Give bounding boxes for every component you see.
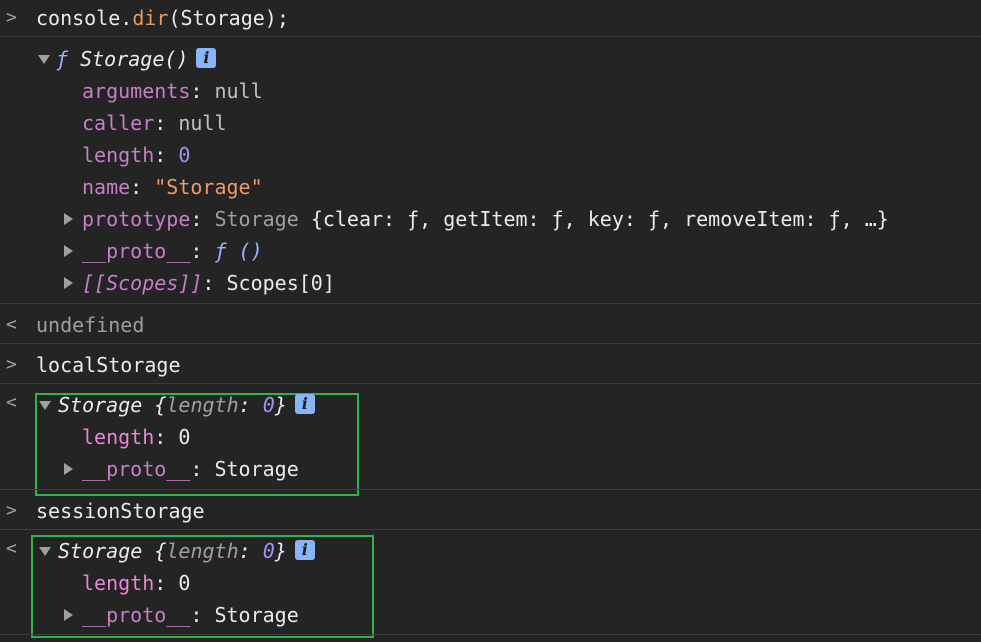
property-key: length: [82, 571, 155, 595]
property-row: length: 0: [82, 421, 190, 453]
property-key: prototype: [82, 207, 191, 231]
property-row: arguments: null: [82, 75, 263, 107]
console-input-line[interactable]: sessionStorage: [36, 495, 205, 527]
info-icon[interactable]: i: [294, 539, 315, 560]
preview-separator: :: [238, 539, 263, 563]
property-value: null: [214, 79, 263, 103]
property-row-proto[interactable]: __proto__: Storage: [82, 453, 299, 485]
property-row: length: 0: [82, 567, 190, 599]
property-key: __proto__: [82, 457, 191, 481]
info-icon[interactable]: i: [196, 47, 217, 68]
property-separator: :: [190, 79, 215, 103]
input-prompt-icon: >: [6, 7, 17, 28]
property-key: length: [82, 425, 155, 449]
preview-separator: :: [238, 393, 263, 417]
property-key: arguments: [82, 79, 191, 103]
divider: [0, 634, 981, 635]
property-key: length: [82, 143, 155, 167]
property-separator: :: [190, 207, 215, 231]
property-separator: :: [190, 239, 215, 263]
property-row-proto[interactable]: __proto__: Storage: [82, 599, 299, 631]
property-value: Scopes[0]: [226, 271, 335, 295]
property-row: length: 0: [82, 139, 190, 171]
preview-key: length: [166, 393, 239, 417]
property-row-proto[interactable]: __proto__: ƒ (): [82, 235, 263, 267]
expand-triangle-icon[interactable]: [38, 55, 50, 64]
expand-triangle-icon[interactable]: [64, 609, 73, 621]
property-separator: :: [190, 603, 215, 627]
divider: [0, 303, 981, 304]
command-text: localStorage: [36, 353, 181, 377]
preview-close: }: [274, 539, 287, 563]
divider: [0, 343, 981, 344]
property-value: "Storage": [154, 175, 263, 199]
divider: [0, 36, 981, 37]
devtools-console: > console.dir(Storage); ƒ Storage() i arg…: [0, 0, 981, 642]
object-header[interactable]: Storage {length: 0} i: [58, 535, 315, 567]
input-prompt-icon: >: [6, 500, 17, 521]
prototype-type: Storage: [214, 207, 299, 231]
property-key: name: [82, 175, 131, 199]
undefined-value: undefined: [36, 313, 145, 337]
preview-value: 0: [262, 539, 275, 563]
property-separator: :: [154, 111, 179, 135]
return-prompt-icon: <: [6, 314, 17, 335]
property-row-scopes[interactable]: [[Scopes]]: Scopes[0]: [82, 267, 335, 299]
property-separator: :: [190, 457, 215, 481]
console-object: console: [36, 6, 121, 30]
divider: [0, 529, 981, 530]
function-header[interactable]: ƒ Storage() i: [56, 43, 217, 75]
property-separator: :: [154, 425, 179, 449]
preview-open: {: [142, 393, 167, 417]
function-title: Storage(): [80, 47, 189, 71]
preview-value: 0: [262, 393, 275, 417]
preview-open: {: [142, 539, 167, 563]
function-glyph: ƒ: [56, 47, 69, 71]
input-prompt-icon: >: [6, 354, 17, 375]
expand-triangle-icon[interactable]: [64, 277, 73, 289]
property-value: Storage: [214, 457, 299, 481]
expand-triangle-icon[interactable]: [64, 213, 73, 225]
info-icon[interactable]: i: [294, 393, 315, 414]
property-row: name: "Storage": [82, 171, 263, 203]
property-separator: :: [154, 571, 179, 595]
expand-triangle-icon[interactable]: [64, 463, 73, 475]
property-key: caller: [82, 111, 155, 135]
property-value: 0: [178, 143, 191, 167]
property-key: __proto__: [82, 603, 191, 627]
command-text: sessionStorage: [36, 499, 205, 523]
return-prompt-icon: <: [6, 538, 17, 559]
preview-key: length: [166, 539, 239, 563]
expand-triangle-icon[interactable]: [39, 547, 51, 556]
prototype-preview: {clear: ƒ, getItem: ƒ, key: ƒ, removeIte…: [310, 207, 889, 231]
property-value: 0: [178, 425, 191, 449]
dot: .: [120, 6, 133, 30]
object-type: Storage: [58, 539, 143, 563]
property-value: ƒ (): [214, 239, 263, 263]
property-row-prototype[interactable]: prototype: Storage {clear: ƒ, getItem: ƒ…: [82, 203, 889, 235]
object-type: Storage: [58, 393, 143, 417]
property-separator: :: [154, 143, 179, 167]
property-key: [[Scopes]]: [82, 271, 203, 295]
property-value: null: [178, 111, 227, 135]
console-args: (Storage);: [168, 6, 289, 30]
property-row: caller: null: [82, 107, 227, 139]
console-input-line[interactable]: localStorage: [36, 349, 181, 381]
expand-triangle-icon[interactable]: [39, 401, 51, 410]
property-value: 0: [178, 571, 191, 595]
expand-triangle-icon[interactable]: [64, 245, 73, 257]
return-prompt-icon: <: [6, 392, 17, 413]
divider: [0, 383, 981, 384]
property-separator: :: [202, 271, 227, 295]
object-header[interactable]: Storage {length: 0} i: [58, 389, 315, 421]
preview-close: }: [274, 393, 287, 417]
console-method: dir: [132, 6, 169, 30]
divider: [0, 489, 981, 490]
console-input-line[interactable]: console.dir(Storage);: [36, 2, 289, 34]
property-separator: :: [130, 175, 155, 199]
property-key: __proto__: [82, 239, 191, 263]
property-value: Storage: [214, 603, 299, 627]
return-value: undefined: [36, 309, 144, 341]
